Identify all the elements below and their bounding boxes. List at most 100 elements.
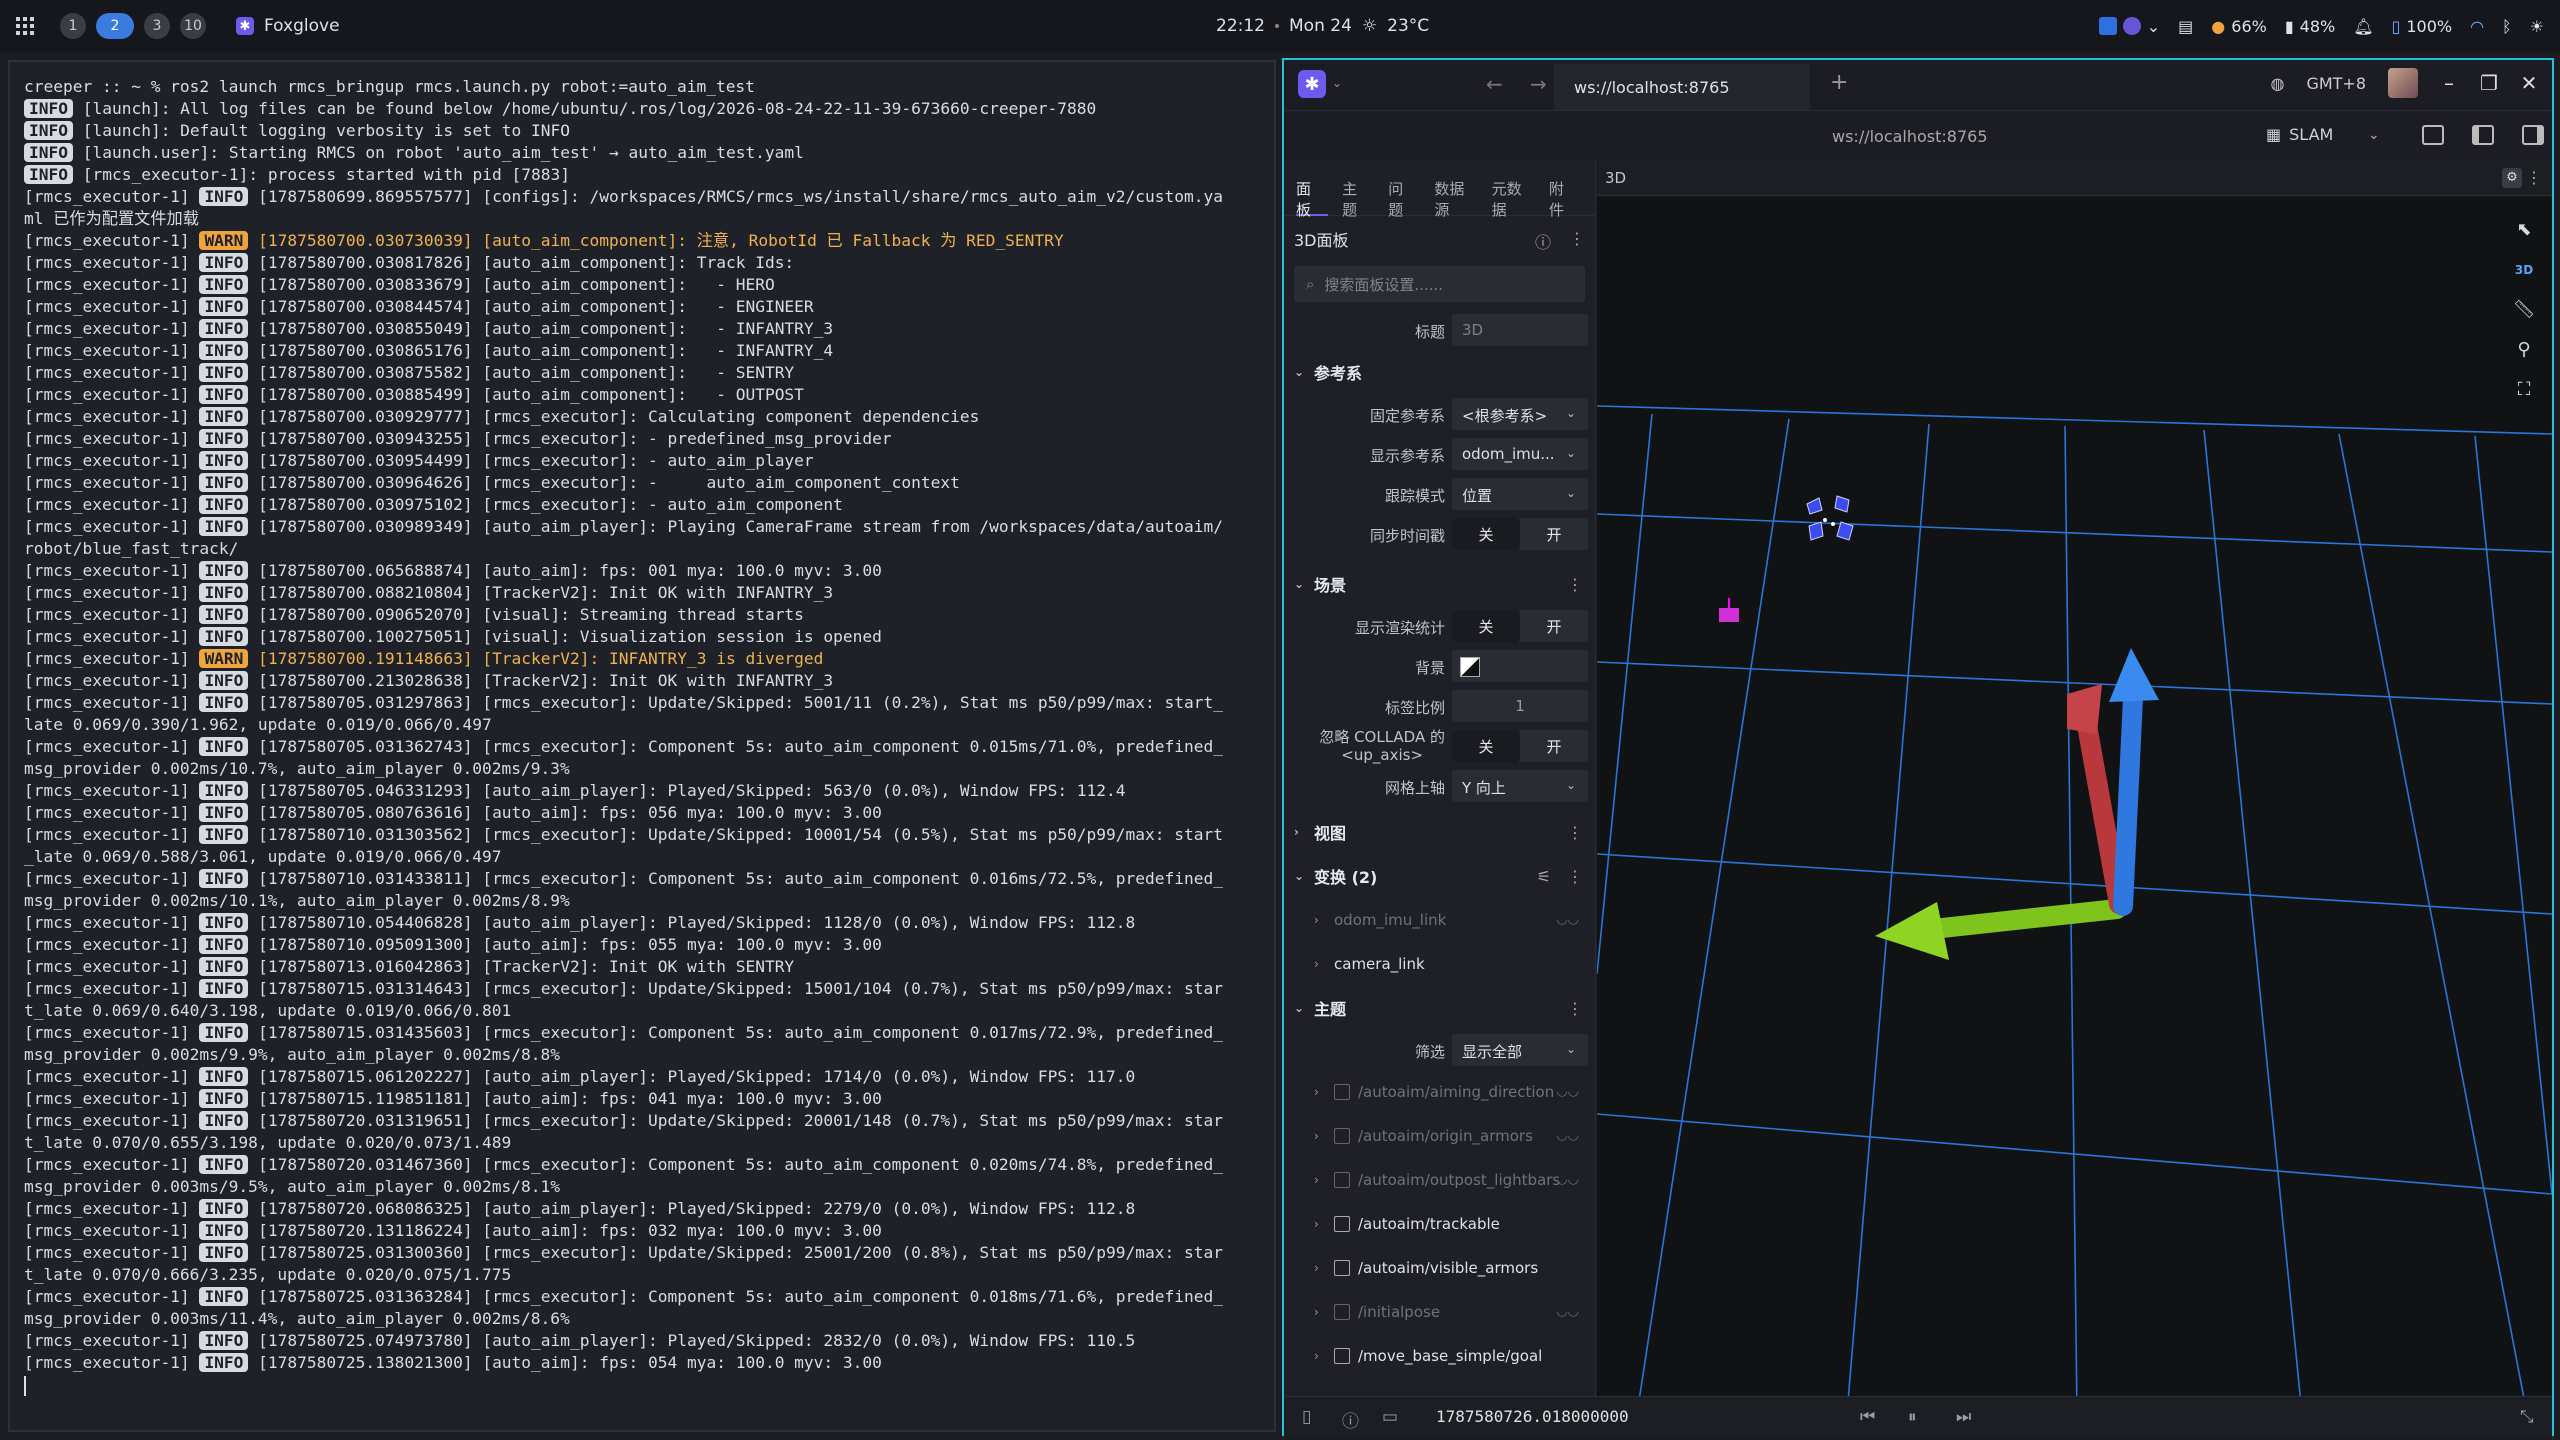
toggle-off[interactable]: 关	[1452, 610, 1520, 642]
section-view[interactable]: › 视图 ⋮	[1284, 810, 1595, 854]
workspace-2[interactable]: 2	[96, 13, 134, 39]
info-icon[interactable]: ⓘ	[1342, 1407, 1359, 1432]
right-sidebar-toggle-icon[interactable]	[2522, 125, 2544, 145]
tray-app-icon[interactable]	[2098, 17, 2117, 35]
toggle-off[interactable]: 关	[1452, 730, 1520, 762]
topic-item[interactable]: › /autoaim/trackable	[1284, 1202, 1595, 1246]
title-input[interactable]: 3D	[1452, 314, 1588, 346]
workspace-3[interactable]: 3	[144, 13, 170, 39]
visibility-hidden-icon[interactable]: ◡◡	[1556, 1084, 1579, 1099]
help-icon[interactable]: ⓘ	[1535, 229, 1551, 253]
more-vertical-icon[interactable]: ⋮	[1569, 229, 1585, 253]
section-scene[interactable]: ⌄ 场景 ⋮	[1284, 562, 1595, 606]
topic-filter-select[interactable]: 显示全部 ⌄	[1452, 1034, 1588, 1066]
forward-arrow-icon[interactable]: →	[1530, 72, 1547, 96]
timeline-icon[interactable]: ▭	[1382, 1407, 1398, 1427]
more-vertical-icon[interactable]: ⋮	[1567, 867, 1583, 886]
timezone-label[interactable]: GMT+8	[2306, 74, 2366, 93]
tray-apps[interactable]: ⌄	[2098, 17, 2160, 36]
clock[interactable]: 22:12 Mon 24 ☼ 23°C	[1216, 0, 1429, 52]
close-icon[interactable]: ✕	[2520, 71, 2538, 95]
visibility-hidden-icon[interactable]: ◡◡	[1556, 1304, 1579, 1319]
layout-chevron-down-icon[interactable]: ⌄	[2368, 127, 2380, 143]
fixed-frame-select[interactable]: <根参考系> ⌄	[1452, 398, 1588, 430]
back-arrow-icon[interactable]: ←	[1486, 72, 1503, 96]
user-avatar[interactable]	[2388, 68, 2418, 98]
notification-bell-icon[interactable]: 🔔︎	[2353, 17, 2373, 36]
topic-item[interactable]: › /autoaim/outpost_lightbars ◡◡	[1284, 1158, 1595, 1202]
device-battery-indicator[interactable]: ▯ 100%	[2392, 17, 2453, 36]
3d-mode-toggle[interactable]: 3D	[2506, 250, 2542, 290]
topic-item[interactable]: › /autoaim/visible_armors	[1284, 1246, 1595, 1290]
restore-icon[interactable]: ❐	[2480, 71, 2498, 95]
more-vertical-icon[interactable]: ⋮	[1567, 823, 1583, 842]
topic-item[interactable]: › /initialpose ◡◡	[1284, 1290, 1595, 1334]
tab-panel[interactable]: 面板	[1296, 160, 1329, 219]
seek-forward-icon[interactable]: ⏭	[1956, 1407, 1971, 1427]
render-stats-toggle[interactable]: 关 开	[1452, 610, 1588, 642]
clipboard-icon[interactable]: ▤	[2178, 17, 2193, 36]
toggle-on[interactable]: 开	[1520, 730, 1588, 762]
topic-item[interactable]: › /move_base_simple/goal	[1284, 1334, 1595, 1378]
brightness-icon[interactable]: ☀	[2530, 17, 2544, 36]
tab-attachments[interactable]: 附件	[1549, 160, 1581, 219]
tab-topics[interactable]: 主题	[1342, 160, 1374, 219]
tab-metadata[interactable]: 元数据	[1492, 160, 1535, 219]
section-topics[interactable]: ⌄ 主题 ⋮	[1284, 986, 1595, 1030]
more-vertical-icon[interactable]: ⋮	[2526, 168, 2542, 187]
minimize-icon[interactable]: –	[2440, 71, 2458, 95]
toggle-on[interactable]: 开	[1520, 518, 1588, 550]
section-transforms[interactable]: ⌄ 变换 (2) ⚟ ⋮	[1284, 854, 1595, 898]
topic-item[interactable]: › /autoaim/aiming_direction ◡◡	[1284, 1070, 1595, 1114]
seek-backward-icon[interactable]: ⏮	[1860, 1407, 1875, 1427]
foxglove-menu-icon[interactable]: ✱	[1298, 70, 1326, 98]
topic-item[interactable]: › /autoaim/origin_armors ◡◡	[1284, 1114, 1595, 1158]
grid-up-axis-select[interactable]: Y 向上 ⌄	[1452, 770, 1588, 802]
workspace-10[interactable]: 10	[180, 13, 206, 39]
sliders-icon[interactable]: ⚟	[1537, 867, 1551, 886]
collapse-icon[interactable]: ⤡	[2520, 1407, 2534, 1427]
terminal-input-line[interactable]	[24, 1374, 1262, 1396]
measure-ruler-icon[interactable]: 📏︎	[2506, 290, 2542, 330]
tray-app-icon-2[interactable]	[2122, 17, 2141, 35]
sync-timestamp-toggle[interactable]: 关 开	[1452, 518, 1588, 550]
section-frame[interactable]: ⌄ 参考系	[1284, 350, 1595, 394]
wifi-icon[interactable]: ◠	[2470, 17, 2484, 36]
new-tab-plus-icon[interactable]: +	[1830, 70, 1848, 95]
tab-problems[interactable]: 问题	[1388, 160, 1420, 219]
visibility-hidden-icon[interactable]: ◡◡	[1556, 1128, 1579, 1143]
workspace-1[interactable]: 1	[60, 13, 86, 39]
cpu-indicator[interactable]: ● 66%	[2211, 17, 2267, 36]
more-vertical-icon[interactable]: ⋮	[1567, 999, 1583, 1018]
label-scale-input[interactable]: 1	[1452, 690, 1588, 722]
fit-view-icon[interactable]: ⛶	[2506, 370, 2542, 410]
visibility-hidden-icon[interactable]: ◡◡	[1556, 912, 1579, 927]
more-vertical-icon[interactable]: ⋮	[1567, 575, 1583, 594]
panel-settings-gear-icon[interactable]: ⚙	[2502, 168, 2522, 188]
app-grid-icon[interactable]	[16, 17, 34, 35]
select-cursor-icon[interactable]: ⬉	[2506, 210, 2542, 250]
3d-panel[interactable]: 3D ⚙ ⋮ ⬉ 3D 📏︎ ⚲ ⛶	[1597, 160, 2552, 1396]
toggle-on[interactable]: 开	[1520, 610, 1588, 642]
terminal-window[interactable]: creeper :: ~ % ros2 launch rmcs_bringup …	[8, 60, 1276, 1432]
left-sidebar-toggle-icon[interactable]	[2472, 125, 2494, 145]
tab-data-source[interactable]: 数据源	[1434, 160, 1477, 219]
background-color-swatch[interactable]	[1460, 657, 1480, 677]
bluetooth-icon[interactable]: ᛒ	[2502, 17, 2512, 36]
display-frame-select[interactable]: odom_imu... ⌄	[1452, 438, 1588, 470]
toggle-off[interactable]: 关	[1452, 518, 1520, 550]
add-panel-icon[interactable]	[2422, 125, 2444, 145]
layout-selector[interactable]: ▦ SLAM	[2266, 125, 2333, 144]
ignore-collada-toggle[interactable]: 关 开	[1452, 730, 1588, 762]
bookmark-icon[interactable]: ▯	[1302, 1407, 1311, 1427]
transform-item[interactable]: › odom_imu_link ◡◡	[1284, 898, 1595, 942]
visibility-hidden-icon[interactable]: ◡◡	[1556, 1172, 1579, 1187]
publish-pose-icon[interactable]: ⚲	[2506, 330, 2542, 370]
tray-chevron-down-icon[interactable]: ⌄	[2147, 17, 2160, 36]
globe-icon[interactable]: ◍	[2270, 74, 2284, 93]
panel-settings-search[interactable]: ⌕ 搜索面板设置......	[1294, 266, 1585, 302]
follow-mode-select[interactable]: 位置 ⌄	[1452, 478, 1588, 510]
battery-indicator[interactable]: ▮ 48%	[2285, 17, 2335, 36]
3d-scene[interactable]	[1597, 196, 2552, 1396]
pause-icon[interactable]: ⏸	[1908, 1407, 1917, 1427]
